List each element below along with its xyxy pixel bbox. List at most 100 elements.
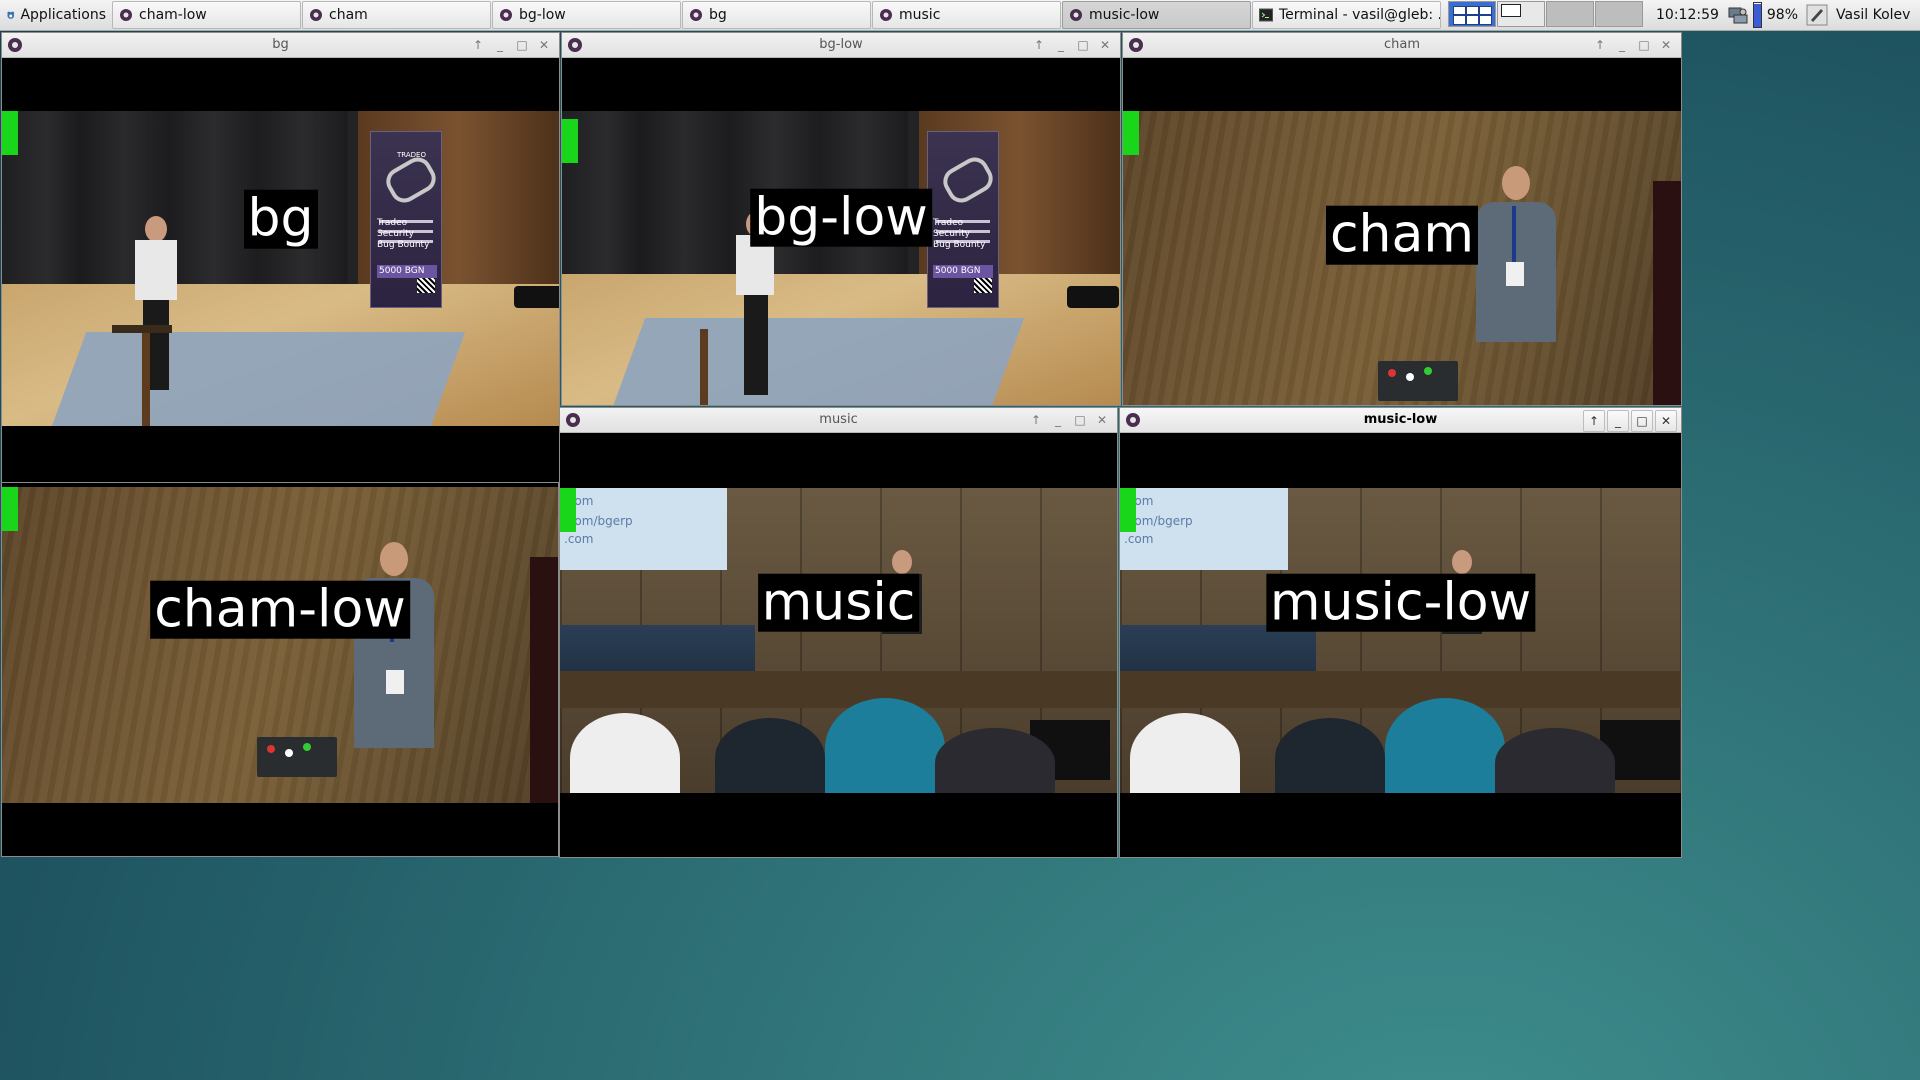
task-music[interactable]: music [872, 1, 1061, 29]
close-button[interactable]: ✕ [1655, 410, 1677, 432]
user-menu[interactable]: Vasil Kolev [1806, 4, 1910, 26]
task-bg-low[interactable]: bg-low [492, 1, 681, 29]
applications-menu[interactable]: Applications [0, 0, 112, 30]
shade-button[interactable]: ↑ [1025, 410, 1047, 430]
window-cham-low[interactable]: cham-low [1, 483, 559, 857]
minimize-button[interactable]: _ [489, 35, 511, 55]
user-name: Vasil Kolev [1836, 7, 1911, 23]
task-label: Terminal - vasil@gleb: ... [1279, 7, 1441, 23]
stream-label: cham [1325, 205, 1479, 265]
banner-line: Security [377, 229, 414, 239]
task-cham-low[interactable]: cham-low [112, 1, 301, 29]
shade-button[interactable]: ↑ [1028, 35, 1050, 55]
workspace-2[interactable] [1497, 1, 1545, 27]
banner-lines: Tradeo Security Bug Bounty 5000 BGN [377, 218, 437, 278]
minimize-button[interactable]: _ [1050, 35, 1072, 55]
video-player-icon [500, 9, 512, 21]
task-music-low[interactable]: music-low [1062, 1, 1251, 29]
video-area[interactable]: bg-low [562, 58, 1120, 405]
workspace-pager [1448, 1, 1644, 29]
stream-label: bg [243, 189, 318, 249]
window-bg[interactable]: bg ↑ _ □ ✕ bg [1, 32, 560, 483]
video-area[interactable]: cham [1123, 58, 1681, 405]
banner-text: TRADEO [377, 150, 437, 221]
stream-label: bg-low [750, 188, 932, 247]
stream-label: cham-low [150, 580, 410, 640]
banner-line: Tradeo [377, 218, 408, 228]
video-frame [562, 111, 1120, 405]
clock[interactable]: 10:12:59 [1656, 7, 1719, 23]
video-area[interactable]: cham-low [2, 483, 558, 856]
banner-lines: Tradeo Security Bug Bounty 5000 BGN [933, 218, 993, 278]
close-button[interactable]: ✕ [1091, 410, 1113, 430]
titlebar[interactable]: cham ↑ _ □ ✕ [1123, 33, 1681, 58]
titlebar[interactable]: bg-low ↑ _ □ ✕ [562, 33, 1120, 58]
task-label: cham [329, 7, 368, 23]
video-player-icon [120, 9, 132, 21]
maximize-button[interactable]: □ [511, 35, 533, 55]
stream-label: music-low [1265, 573, 1536, 632]
close-button[interactable]: ✕ [1655, 35, 1677, 55]
task-label: bg-low [519, 7, 566, 23]
banner-brand: TRADEO [397, 151, 426, 159]
task-label: music [899, 7, 941, 23]
titlebar[interactable]: music-low ↑ _ □ ✕ [1120, 408, 1681, 433]
stream-label: music [757, 573, 920, 632]
applications-label: Applications [20, 7, 106, 23]
video-frame: .com .com/bgerp .com [1120, 488, 1681, 793]
system-tray: 98% Vasil Kolev [1727, 2, 1910, 28]
workspace-4[interactable] [1595, 1, 1643, 27]
task-cham[interactable]: cham [302, 1, 491, 29]
terminal-icon [1259, 8, 1273, 22]
video-player-icon [1070, 9, 1082, 21]
video-area[interactable]: .com .com/bgerp .com music [560, 433, 1117, 857]
minimize-button[interactable]: _ [1611, 35, 1633, 55]
task-terminal[interactable]: Terminal - vasil@gleb: ... [1252, 1, 1441, 29]
window-cham[interactable]: cham ↑ _ □ ✕ cham [1122, 32, 1682, 406]
maximize-button[interactable]: □ [1631, 410, 1653, 432]
video-frame [2, 487, 558, 803]
video-area[interactable]: bg [2, 58, 559, 482]
titlebar[interactable]: bg ↑ _ □ ✕ [2, 33, 559, 58]
user-icon [1806, 4, 1828, 26]
banner-prize: 5000 BGN [933, 265, 993, 278]
video-player-icon [690, 9, 702, 21]
network-icon[interactable] [1727, 4, 1749, 26]
close-button[interactable]: ✕ [1094, 35, 1116, 55]
titlebar[interactable]: music ↑ _ □ ✕ [560, 408, 1117, 433]
task-bg[interactable]: bg [682, 1, 871, 29]
task-label: music-low [1089, 7, 1160, 23]
shade-button[interactable]: ↑ [467, 35, 489, 55]
task-label: cham-low [139, 7, 207, 23]
minimize-button[interactable]: _ [1607, 410, 1629, 432]
workspace-3[interactable] [1546, 1, 1594, 27]
shade-button[interactable]: ↑ [1583, 410, 1605, 432]
maximize-button[interactable]: □ [1069, 410, 1091, 430]
window-bg-low[interactable]: bg-low ↑ _ □ ✕ bg-low [561, 32, 1121, 406]
window-music[interactable]: music ↑ _ □ ✕ .com .com/bgerp .com music [559, 407, 1118, 858]
battery-icon[interactable] [1752, 2, 1762, 28]
xfce-mouse-icon [7, 11, 15, 19]
workspace-1[interactable] [1448, 1, 1496, 27]
window-music-low[interactable]: music-low ↑ _ □ ✕ .com .com/bgerp .com m… [1119, 407, 1682, 858]
video-frame [2, 111, 559, 426]
banner-line: Security [933, 229, 970, 239]
task-label: bg [709, 7, 727, 23]
maximize-button[interactable]: □ [1072, 35, 1094, 55]
banner-line: Bug Bounty [933, 240, 986, 250]
close-button[interactable]: ✕ [533, 35, 555, 55]
video-frame: .com .com/bgerp .com [560, 488, 1117, 793]
slide-line: .com [564, 532, 594, 546]
banner-prize: 5000 BGN [377, 265, 437, 278]
minimize-button[interactable]: _ [1047, 410, 1069, 430]
shade-button[interactable]: ↑ [1589, 35, 1611, 55]
video-player-icon [310, 9, 322, 21]
video-area[interactable]: .com .com/bgerp .com music-low [1120, 433, 1681, 857]
taskbar: Applications cham-low cham bg-low bg mus… [0, 0, 1920, 31]
banner-line: Bug Bounty [377, 240, 430, 250]
video-player-icon [880, 9, 892, 21]
battery-percentage: 98% [1766, 7, 1799, 23]
banner-line: Tradeo [933, 218, 964, 228]
maximize-button[interactable]: □ [1633, 35, 1655, 55]
slide-line: .com [1124, 532, 1154, 546]
